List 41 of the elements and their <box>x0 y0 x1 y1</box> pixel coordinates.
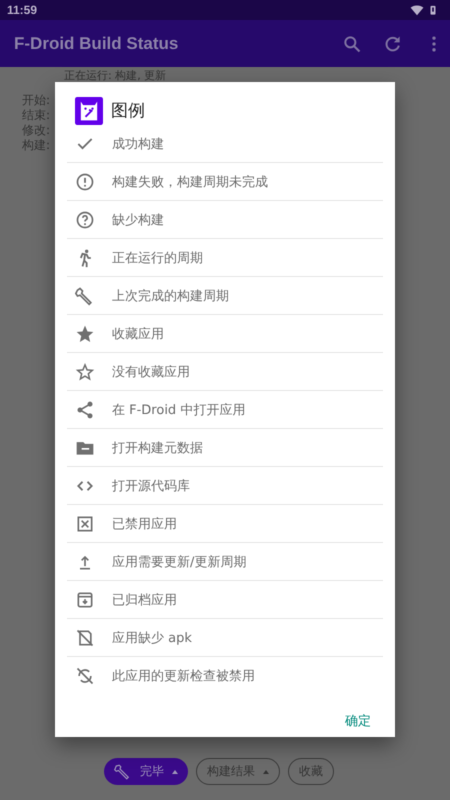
question-circle-icon <box>75 210 95 230</box>
legend-label: 应用需要更新/更新周期 <box>112 554 246 570</box>
field-label: 结束: <box>22 108 50 123</box>
search-icon[interactable] <box>342 34 362 54</box>
wifi-icon <box>410 3 424 17</box>
legend-label: 已归档应用 <box>112 592 177 608</box>
share-icon <box>75 400 95 420</box>
legend-label: 上次完成的构建周期 <box>112 288 229 304</box>
legend-label: 构建失败，构建周期未完成 <box>112 174 268 190</box>
filter-chip[interactable]: 完毕 <box>104 758 188 785</box>
battery-icon <box>428 3 438 17</box>
crossed-sync-icon <box>75 666 95 686</box>
legend-label: 打开源代码库 <box>112 478 190 494</box>
app-title: F-Droid Build Status <box>14 34 178 54</box>
legend-label: 在 F-Droid 中打开应用 <box>112 402 246 418</box>
star-outline-icon <box>75 362 95 382</box>
legend-label: 应用缺少 apk <box>112 630 192 646</box>
x-square-icon <box>75 514 95 534</box>
robot-app-icon <box>75 96 103 124</box>
wrench-icon <box>75 286 95 306</box>
legend-label: 缺少构建 <box>112 212 164 228</box>
legend-label: 没有收藏应用 <box>112 364 190 380</box>
legend-label: 此应用的更新检查被禁用 <box>112 668 255 684</box>
filter-chip[interactable]: 构建结果 <box>196 758 280 785</box>
legend-label: 已禁用应用 <box>112 516 177 532</box>
field-label: 开始: <box>22 93 50 108</box>
status-time: 11:59 <box>7 3 38 17</box>
star-icon <box>75 324 95 344</box>
ok-button[interactable]: 确定 <box>337 708 379 734</box>
field-label: 修改: <box>22 123 50 138</box>
crossed-sd-card-icon <box>75 628 95 648</box>
archive-box-icon <box>75 590 95 610</box>
legend-label: 收藏应用 <box>112 326 164 342</box>
legend-label: 正在运行的周期 <box>112 250 203 266</box>
exclamation-circle-icon <box>75 172 95 192</box>
wrench-icon <box>114 762 132 780</box>
dialog-title: 图例 <box>111 100 145 122</box>
field-label: 构建: <box>22 138 50 153</box>
legend-label: 成功构建 <box>112 136 164 152</box>
filter-chip[interactable]: 收藏 <box>288 758 334 785</box>
legend-label: 打开构建元数据 <box>112 440 203 456</box>
